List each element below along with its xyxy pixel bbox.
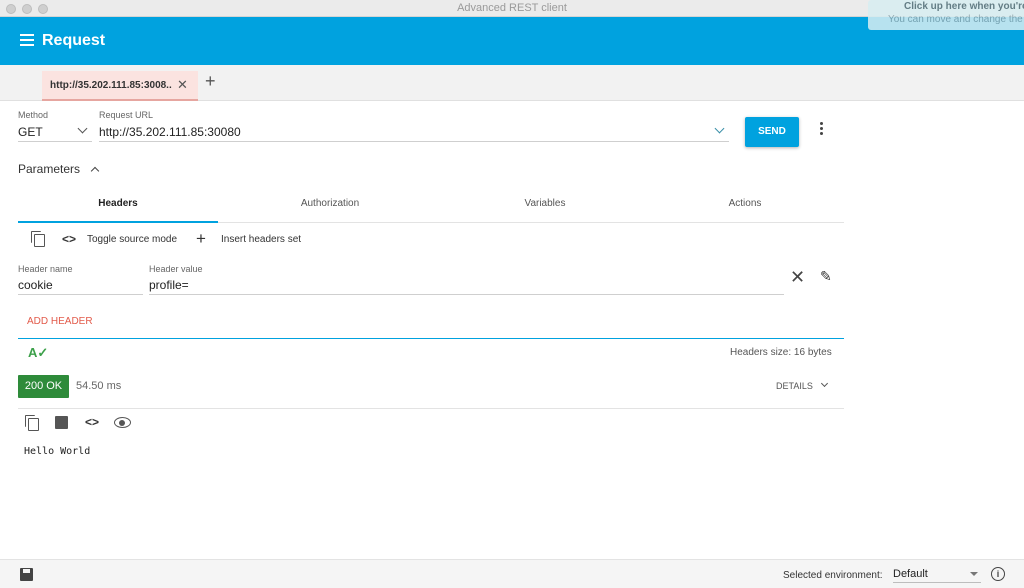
chevron-down-icon[interactable] <box>820 379 829 388</box>
active-tab-indicator <box>18 221 218 223</box>
toast-line-2: You can move and change the <box>888 14 1023 25</box>
header-name-underline <box>18 294 143 295</box>
more-vert-icon[interactable] <box>820 122 824 137</box>
app-window: Advanced REST client Request Click up he… <box>0 0 1024 588</box>
response-divider <box>18 408 844 409</box>
environment-select[interactable]: Default <box>893 568 928 580</box>
close-tab-icon[interactable]: ✕ <box>177 77 188 93</box>
copy-icon-back <box>31 231 41 243</box>
add-icon[interactable]: + <box>196 229 206 249</box>
header-value-input[interactable]: profile= <box>149 278 189 292</box>
url-label: Request URL <box>99 110 154 120</box>
tab-actions[interactable]: Actions <box>645 198 845 209</box>
headers-size: Headers size: 16 bytes <box>730 347 832 358</box>
request-tab[interactable]: http://35.202.111.85:3008.. ✕ <box>42 71 198 101</box>
tab-authorization[interactable]: Authorization <box>230 198 430 209</box>
environment-underline <box>893 582 981 583</box>
header-name-label: Header name <box>18 264 73 274</box>
status-badge: 200 OK <box>18 375 69 398</box>
response-copy-icon-back <box>25 415 35 427</box>
response-body: Hello World <box>24 446 91 457</box>
url-underline <box>99 141 729 142</box>
tab-headers[interactable]: Headers <box>18 198 218 209</box>
request-tabstrip: http://35.202.111.85:3008.. ✕ + <box>0 65 1024 101</box>
code-icon[interactable]: <> <box>62 232 76 246</box>
section-divider <box>18 338 844 339</box>
eye-icon[interactable] <box>114 417 131 428</box>
toggle-source-mode-button[interactable]: Toggle source mode <box>87 234 177 245</box>
footer-bar: Selected environment: Default i <box>0 559 1024 588</box>
request-tab-label: http://35.202.111.85:3008.. <box>50 80 172 91</box>
header-name-input[interactable]: cookie <box>18 278 53 292</box>
header-value-label: Header value <box>149 264 203 274</box>
response-time: 54.50 ms <box>76 380 122 392</box>
hamburger-menu-icon[interactable] <box>20 34 34 46</box>
send-button[interactable]: SEND <box>745 117 799 147</box>
archive-icon[interactable] <box>55 416 68 429</box>
info-icon[interactable]: i <box>991 567 1005 581</box>
environment-label: Selected environment: <box>783 570 883 581</box>
edit-icon[interactable]: ✎ <box>820 268 832 285</box>
add-tab-icon[interactable]: + <box>205 71 216 92</box>
details-button[interactable]: DETAILS <box>776 381 813 391</box>
add-header-button[interactable]: ADD HEADER <box>27 316 93 327</box>
method-select[interactable]: GET <box>18 125 43 139</box>
save-icon[interactable] <box>20 568 33 581</box>
url-history-dropdown-icon[interactable] <box>714 123 725 134</box>
method-dropdown-icon[interactable] <box>77 123 88 134</box>
response-code-icon[interactable]: <> <box>85 415 99 429</box>
tab-variables[interactable]: Variables <box>445 198 645 209</box>
remove-header-icon[interactable]: ✕ <box>790 268 805 286</box>
header-value-underline <box>149 294 784 295</box>
url-input[interactable]: http://35.202.111.85:30080 <box>99 125 241 139</box>
onboarding-toast[interactable]: Click up here when you're You can move a… <box>868 0 1024 30</box>
page-title: Request <box>42 32 106 49</box>
chevron-up-icon[interactable] <box>90 166 100 176</box>
method-label: Method <box>18 110 49 120</box>
spellcheck-icon[interactable]: A✓ <box>28 345 48 361</box>
caret-down-icon[interactable] <box>970 572 978 576</box>
method-underline <box>18 141 92 142</box>
insert-headers-set-button[interactable]: Insert headers set <box>221 234 301 245</box>
toast-line-1: Click up here when you're <box>904 1 1024 12</box>
parameters-toggle[interactable]: Parameters <box>18 162 80 176</box>
